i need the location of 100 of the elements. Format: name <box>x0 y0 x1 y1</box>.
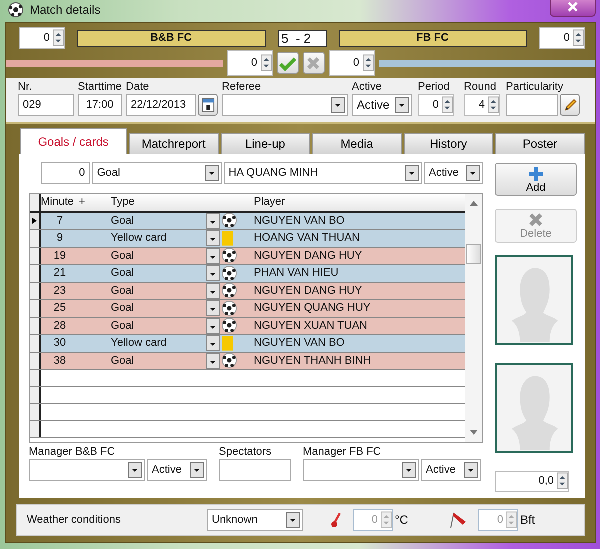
spin-field[interactable]: 0 <box>226 50 272 76</box>
card-icon <box>222 230 233 246</box>
spin-field[interactable]: 0 <box>328 50 374 76</box>
player-dropdown[interactable]: HA QUANG MINH <box>224 162 422 184</box>
spin-field[interactable]: 4 <box>464 94 500 116</box>
spinner-arrows-icon[interactable] <box>260 54 272 72</box>
status-dropdown[interactable]: Active <box>147 459 207 481</box>
column-header: Minute <box>41 196 76 208</box>
minute-field[interactable]: 0 <box>41 162 90 184</box>
scroll-down-icon[interactable] <box>470 430 478 436</box>
field-label: Referee <box>222 81 262 94</box>
check-icon[interactable] <box>278 56 296 70</box>
spinner-arrows-icon[interactable] <box>557 472 568 490</box>
card-icon <box>222 336 233 351</box>
field-label: Active <box>352 81 383 94</box>
table-cell-text: NGUYEN VAN BO <box>253 337 346 350</box>
row-header-cell[interactable] <box>30 230 41 246</box>
type-dropdown[interactable]: Goal <box>92 162 222 184</box>
row-pointer-icon <box>32 216 37 225</box>
table-row[interactable]: 23 Goal NGUYEN DANG HUY <box>30 282 465 300</box>
tab[interactable]: Line-up <box>220 133 310 154</box>
table-cell-text: 21 <box>52 267 68 280</box>
close-icon[interactable] <box>567 1 579 13</box>
table-row[interactable]: 19 Goal NGUYEN DANG HUY <box>30 248 465 265</box>
field-label: Manager FB FC <box>303 446 382 459</box>
text-field[interactable]: 029 <box>18 94 74 116</box>
field-label: Round <box>464 81 498 94</box>
row-header-cell[interactable] <box>30 212 41 229</box>
score-field[interactable]: 5 - 2 <box>278 30 326 46</box>
calendar-button[interactable] <box>198 94 218 116</box>
scrollbar[interactable] <box>465 194 482 442</box>
edit-button[interactable] <box>560 94 580 116</box>
spectators-field[interactable] <box>219 459 291 481</box>
spinner-arrows-icon[interactable] <box>573 29 584 47</box>
scroll-up-icon[interactable] <box>470 200 478 206</box>
rating-spin-field[interactable]: 0,0 <box>495 470 569 492</box>
pencil-icon[interactable] <box>562 98 578 112</box>
table-row[interactable]: 38 Goal NGUYEN THANH BINH <box>30 352 465 370</box>
table-cell-text: NGUYEN QUANG HUY <box>253 302 372 314</box>
unit-label: °C <box>395 513 408 527</box>
row-header-cell[interactable] <box>30 352 41 369</box>
row-header-cell[interactable] <box>30 335 41 352</box>
table-cell-text: NGUYEN XUAN TUAN <box>253 320 368 332</box>
table-cell-text: Goal <box>111 250 136 262</box>
spinner-arrows-icon[interactable] <box>53 29 64 47</box>
row-header-cell <box>30 387 41 403</box>
row-header-cell <box>30 404 41 420</box>
row-header-cell[interactable] <box>30 265 41 282</box>
spin-field[interactable]: 0 <box>19 27 65 49</box>
field-label: Spectators <box>219 446 273 459</box>
dropdown[interactable] <box>222 94 348 116</box>
tab[interactable]: Media <box>312 133 402 154</box>
dropdown[interactable]: Active <box>352 94 412 116</box>
manager-dropdown[interactable] <box>303 459 419 481</box>
spinner-arrows-icon[interactable] <box>442 96 454 114</box>
close-button[interactable] <box>550 0 596 17</box>
plus-icon[interactable] <box>528 166 544 182</box>
spinner-arrows-icon[interactable] <box>362 54 374 72</box>
scrollbar-thumb[interactable] <box>466 244 481 264</box>
table-row[interactable]: 25 Goal NGUYEN QUANG HUY <box>30 300 465 318</box>
text-field[interactable]: 17:00 <box>78 94 122 116</box>
table-cell-text: NGUYEN THANH BINH <box>253 354 372 367</box>
row-header-cell[interactable] <box>30 282 41 299</box>
row-header-cell[interactable] <box>30 318 41 334</box>
status-dropdown[interactable]: Active <box>424 162 483 184</box>
spin-field[interactable]: 0 <box>539 27 585 49</box>
add-button[interactable]: Add <box>495 163 577 196</box>
date-field[interactable]: 22/12/2013 <box>126 94 196 116</box>
row-header-cell[interactable] <box>30 300 41 316</box>
table-cell-text: NGUYEN DANG HUY <box>253 284 364 297</box>
table-row[interactable]: 28 Goal NGUYEN XUAN TUAN <box>30 318 465 335</box>
table-cell-text: Goal <box>111 267 136 280</box>
status-dropdown[interactable]: Active <box>421 459 481 481</box>
table-cell-text: 28 <box>52 320 68 332</box>
tab[interactable]: History <box>404 133 494 154</box>
table-row[interactable]: 21 Goal PHAN VAN HIEU <box>30 265 465 282</box>
table-row[interactable]: 7 Goal NGUYEN VAN BO <box>30 212 465 230</box>
table-row[interactable]: 30 Yellow card NGUYEN VAN BO <box>30 335 465 352</box>
field-label: Starttime <box>78 81 122 94</box>
confirm-button[interactable] <box>276 52 298 74</box>
ball-icon <box>222 266 237 281</box>
calendar-icon[interactable] <box>202 98 215 112</box>
spinner-arrows-icon[interactable] <box>488 96 500 114</box>
table-cell-text: PHAN VAN HIEU <box>253 267 340 280</box>
tab[interactable]: Matchreport <box>129 133 219 154</box>
table-cell-text: 23 <box>52 284 68 297</box>
ball-icon <box>222 300 237 316</box>
row-header-cell[interactable] <box>30 248 41 264</box>
weather-dropdown[interactable]: Unknown <box>207 509 303 531</box>
table-cell-text: Goal <box>111 302 136 314</box>
text-field[interactable] <box>506 94 558 116</box>
tab[interactable]: Goals / cards <box>20 128 128 154</box>
manager-dropdown[interactable] <box>29 459 145 481</box>
table-row[interactable]: 9 Yellow card HOANG VAN THUAN <box>30 230 465 248</box>
unit-label: Bft <box>520 513 536 527</box>
spin-field[interactable]: 0 <box>418 94 454 116</box>
tab[interactable]: Poster <box>495 133 585 154</box>
table-cell-text: Goal <box>111 320 136 332</box>
cancel-button[interactable] <box>302 52 324 74</box>
ball-icon <box>222 283 237 298</box>
